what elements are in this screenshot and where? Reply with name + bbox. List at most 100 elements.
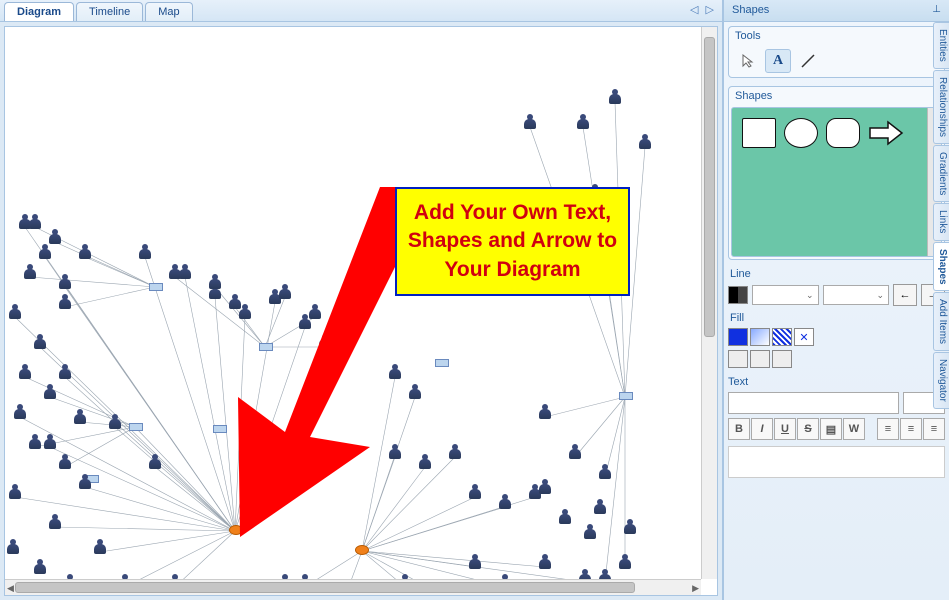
clear-button[interactable]: W: [843, 418, 865, 440]
person-node[interactable]: [58, 454, 72, 470]
person-node[interactable]: [93, 539, 107, 555]
person-node[interactable]: [468, 554, 482, 570]
side-tab-add-items[interactable]: Add Items: [933, 292, 949, 351]
tab-timeline[interactable]: Timeline: [76, 2, 143, 21]
underline-button[interactable]: U: [774, 418, 796, 440]
pin-icon[interactable]: ⊥: [932, 4, 941, 17]
diagram-canvas[interactable]: Add Your Own Text, Shapes and Arrow to Y…: [5, 27, 701, 579]
person-node[interactable]: [58, 294, 72, 310]
person-node[interactable]: [48, 229, 62, 245]
font-family-dropdown[interactable]: [728, 392, 899, 414]
person-node[interactable]: [208, 274, 222, 290]
person-node[interactable]: [593, 499, 607, 515]
arrow-start-button[interactable]: ←: [893, 284, 917, 306]
annotation-label[interactable]: Add Your Own Text, Shapes and Arrow to Y…: [395, 187, 630, 296]
person-node[interactable]: [568, 444, 582, 460]
fill-preset[interactable]: [772, 350, 792, 368]
side-tab-gradients[interactable]: Gradients: [933, 145, 949, 202]
person-node[interactable]: [13, 404, 27, 420]
side-tab-entities[interactable]: Entities: [933, 22, 949, 69]
person-node[interactable]: [608, 89, 622, 105]
shape-circle[interactable]: [784, 118, 818, 148]
fill-preset[interactable]: [750, 350, 770, 368]
align-center-button[interactable]: ≡: [900, 418, 922, 440]
person-node[interactable]: [498, 494, 512, 510]
align-right-button[interactable]: ≡: [923, 418, 945, 440]
tab-diagram[interactable]: Diagram: [4, 2, 74, 21]
tool-line[interactable]: [795, 49, 821, 73]
fill-none[interactable]: ✕: [794, 328, 814, 346]
tab-prev-icon[interactable]: ◁: [690, 4, 698, 16]
strike-button[interactable]: S: [797, 418, 819, 440]
person-node[interactable]: [43, 384, 57, 400]
side-tab-relationships[interactable]: Relationships: [933, 70, 949, 144]
person-node[interactable]: [78, 244, 92, 260]
person-node[interactable]: [558, 509, 572, 525]
person-node[interactable]: [578, 569, 592, 579]
fill-gradient[interactable]: [750, 328, 770, 346]
person-node[interactable]: [538, 554, 552, 570]
line-weight-dropdown[interactable]: ⌄: [823, 285, 890, 305]
person-node[interactable]: [58, 274, 72, 290]
rect-node[interactable]: [435, 359, 449, 367]
align-left-button[interactable]: ≡: [877, 418, 899, 440]
person-node[interactable]: [598, 464, 612, 480]
person-node[interactable]: [448, 444, 462, 460]
italic-button[interactable]: I: [751, 418, 773, 440]
person-node[interactable]: [8, 484, 22, 500]
highlight-button[interactable]: ▤: [820, 418, 842, 440]
vertical-scrollbar[interactable]: [701, 27, 717, 579]
tool-text[interactable]: A: [765, 49, 791, 73]
person-node[interactable]: [18, 364, 32, 380]
shape-arrow[interactable]: [868, 118, 904, 148]
side-tab-shapes[interactable]: Shapes: [933, 242, 949, 292]
person-node[interactable]: [43, 434, 57, 450]
person-node[interactable]: [576, 114, 590, 130]
horizontal-scrollbar[interactable]: ◀▶: [5, 579, 701, 595]
person-node[interactable]: [8, 304, 22, 320]
person-node[interactable]: [168, 264, 182, 280]
fill-hatch[interactable]: [772, 328, 792, 346]
person-node[interactable]: [33, 334, 47, 350]
fill-preset[interactable]: [728, 350, 748, 368]
person-node[interactable]: [28, 214, 42, 230]
tab-next-icon[interactable]: ▷: [706, 4, 714, 16]
hub-node[interactable]: [355, 545, 369, 555]
person-node[interactable]: [598, 569, 612, 579]
person-node[interactable]: [33, 559, 47, 575]
person-node[interactable]: [538, 479, 552, 495]
tab-map[interactable]: Map: [145, 2, 192, 21]
person-node[interactable]: [108, 414, 122, 430]
person-node[interactable]: [78, 474, 92, 490]
rect-node[interactable]: [619, 392, 633, 400]
shapes-palette[interactable]: [731, 107, 942, 257]
person-node[interactable]: [23, 264, 37, 280]
person-node[interactable]: [138, 244, 152, 260]
person-node[interactable]: [48, 514, 62, 530]
person-node[interactable]: [583, 524, 597, 540]
person-node[interactable]: [148, 454, 162, 470]
person-node[interactable]: [538, 404, 552, 420]
person-node[interactable]: [58, 364, 72, 380]
person-node[interactable]: [623, 519, 637, 535]
person-node[interactable]: [638, 134, 652, 150]
rect-node[interactable]: [149, 283, 163, 291]
rect-node[interactable]: [129, 423, 143, 431]
shape-rectangle[interactable]: [742, 118, 776, 148]
fill-solid[interactable]: [728, 328, 748, 346]
rect-node[interactable]: [213, 425, 227, 433]
person-node[interactable]: [73, 409, 87, 425]
bold-button[interactable]: B: [728, 418, 750, 440]
line-color-swatch[interactable]: [728, 286, 748, 304]
line-style-dropdown[interactable]: ⌄: [752, 285, 819, 305]
side-tab-links[interactable]: Links: [933, 203, 949, 240]
person-node[interactable]: [523, 114, 537, 130]
diagram-viewport[interactable]: Add Your Own Text, Shapes and Arrow to Y…: [4, 26, 718, 596]
person-node[interactable]: [38, 244, 52, 260]
person-node[interactable]: [468, 484, 482, 500]
tool-pointer[interactable]: [735, 49, 761, 73]
person-node[interactable]: [6, 539, 20, 555]
person-node[interactable]: [618, 554, 632, 570]
person-node[interactable]: [28, 434, 42, 450]
side-tab-navigator[interactable]: Navigator: [933, 352, 949, 409]
